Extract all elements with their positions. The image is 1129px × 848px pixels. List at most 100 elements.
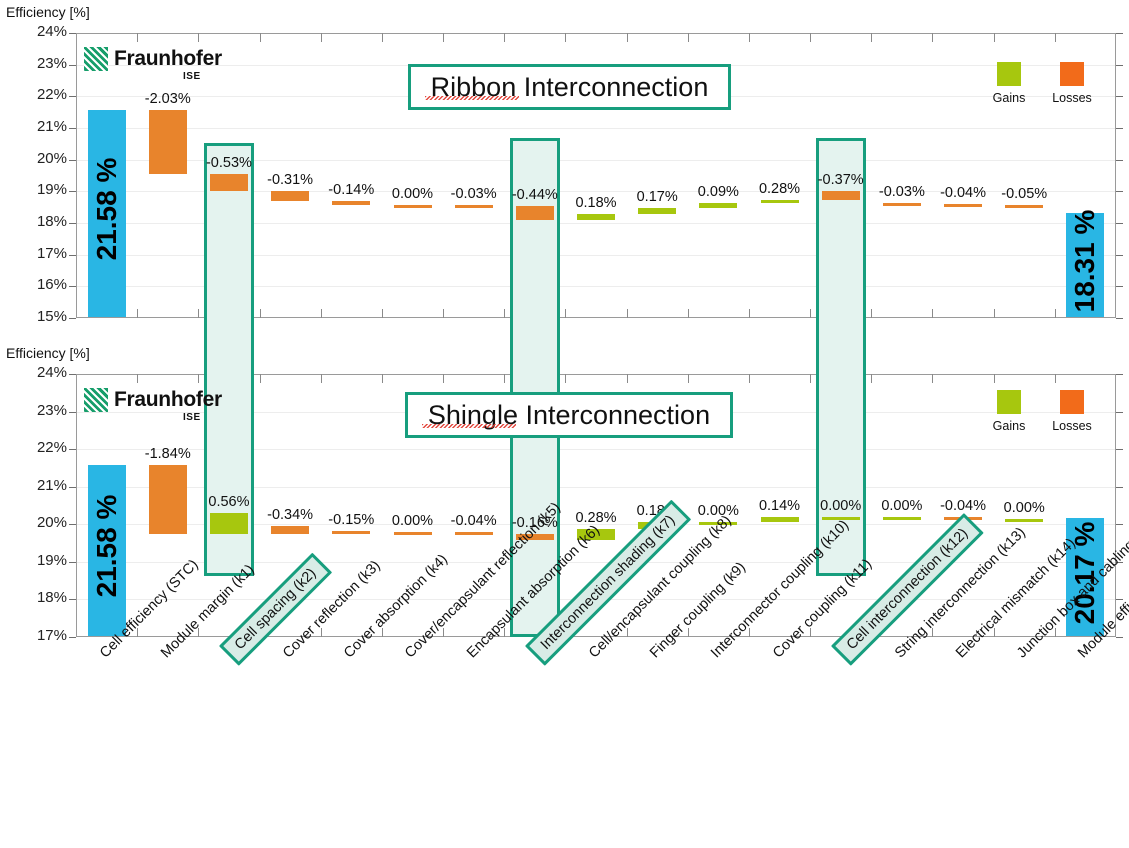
- y-axis-label: 18%: [36, 213, 67, 230]
- x-axis-tick: [321, 309, 322, 318]
- x-axis-tick: [627, 33, 628, 42]
- y-axis-label: 16%: [36, 276, 67, 293]
- x-axis-tick: [871, 309, 872, 318]
- x-axis-tick: [198, 33, 199, 42]
- bar-loss: [516, 206, 554, 220]
- legend-gain-label-2: Gains: [992, 419, 1026, 433]
- bar-delta-label: 0.00%: [1003, 500, 1045, 516]
- y-axis-label: 22%: [36, 86, 67, 103]
- y-axis-tick: [1116, 286, 1123, 287]
- highlight-column-gap: [816, 318, 866, 374]
- y-axis-tick: [1116, 374, 1123, 375]
- legend-gain-swatch: [997, 62, 1021, 86]
- x-axis-tick: [260, 309, 261, 318]
- y-axis-tick: [69, 318, 76, 319]
- highlight-column-gap: [204, 318, 254, 374]
- y-axis-label: 24%: [36, 23, 67, 40]
- bar-delta-label: -1.84%: [144, 446, 191, 462]
- y-axis-tick: [1116, 128, 1123, 129]
- y-axis-tick: [1116, 191, 1123, 192]
- x-axis-tick: [504, 374, 505, 383]
- x-axis-tick: [688, 374, 689, 383]
- axis-title-top: Efficiency [%]: [6, 4, 90, 20]
- y-axis-label: 18%: [36, 589, 67, 606]
- gridline: [77, 128, 1115, 129]
- x-axis-tick: [443, 33, 444, 42]
- bar-loss: [394, 205, 432, 208]
- highlight-column-upper: [510, 138, 560, 318]
- x-axis-tick: [565, 309, 566, 318]
- x-axis-tick: [260, 374, 261, 383]
- bar-loss: [822, 191, 860, 200]
- y-axis-tick: [1116, 412, 1123, 413]
- y-axis-tick: [69, 96, 76, 97]
- x-axis-tick: [994, 374, 995, 383]
- bar-loss: [1005, 205, 1043, 208]
- x-axis-tick: [382, 374, 383, 383]
- x-axis-tick: [627, 309, 628, 318]
- x-axis-tick: [137, 33, 138, 42]
- bar-gain: [883, 517, 921, 520]
- x-axis-tick: [1055, 33, 1056, 42]
- y-axis-tick: [69, 255, 76, 256]
- y-axis-label: 20%: [36, 150, 67, 167]
- bar-gain: [577, 214, 615, 220]
- bar-loss: [332, 531, 370, 534]
- x-axis-tick: [198, 309, 199, 318]
- x-axis-tick: [504, 33, 505, 42]
- y-axis-tick: [1116, 487, 1123, 488]
- y-axis-tick: [69, 33, 76, 34]
- y-axis-tick: [69, 524, 76, 525]
- bar-loss: [149, 465, 187, 534]
- x-axis-tick: [443, 374, 444, 383]
- bar-loss: [944, 204, 982, 207]
- y-axis-tick: [69, 65, 76, 66]
- y-axis-tick: [1116, 449, 1123, 450]
- bar-loss: [455, 205, 493, 208]
- y-axis-tick: [1116, 255, 1123, 256]
- x-axis-tick: [688, 309, 689, 318]
- y-axis-label: 23%: [36, 55, 67, 72]
- bar-loss: [210, 174, 248, 191]
- x-axis-tick: [1055, 309, 1056, 318]
- x-axis-tick: [321, 33, 322, 42]
- x-axis-tick: [994, 33, 995, 42]
- fraunhofer-wordmark-2: Fraunhofer: [114, 388, 222, 411]
- x-axis-tick: [382, 33, 383, 42]
- bar-loss: [455, 532, 493, 535]
- y-axis-tick: [69, 160, 76, 161]
- y-axis-tick: [1116, 33, 1123, 34]
- bar-total-label: 21.58 %: [90, 157, 122, 261]
- fraunhofer-institute-top: ISE: [183, 71, 201, 82]
- bar-total-label: 18.31 %: [1068, 209, 1100, 313]
- y-axis-tick: [1116, 223, 1123, 224]
- legend-loss-swatch-2: [1060, 390, 1084, 414]
- y-axis-tick: [1116, 524, 1123, 525]
- x-axis-tick: [1055, 374, 1056, 383]
- y-axis-label: 17%: [36, 627, 67, 644]
- x-axis-tick: [443, 309, 444, 318]
- y-axis-label: 21%: [36, 477, 67, 494]
- bar-gain: [761, 200, 799, 203]
- spellcheck-underline-2: [422, 424, 516, 428]
- x-axis-tick: [137, 374, 138, 383]
- fraunhofer-mark-icon-2: [84, 388, 108, 412]
- bar-delta-label: -0.05%: [1001, 186, 1048, 202]
- x-axis-tick: [932, 309, 933, 318]
- x-axis-tick: [565, 33, 566, 42]
- x-axis-tick: [749, 374, 750, 383]
- figure-root: Efficiency [%] Efficiency [%] 21.58 % -2.…: [0, 0, 1129, 848]
- y-axis-tick: [69, 562, 76, 563]
- y-axis-tick: [1116, 637, 1123, 638]
- y-axis-label: 24%: [36, 364, 67, 381]
- x-axis-tick: [688, 33, 689, 42]
- bar-loss: [883, 203, 921, 206]
- fraunhofer-wordmark: Fraunhofer: [114, 47, 222, 70]
- y-axis-label: 20%: [36, 514, 67, 531]
- x-axis-tick: [198, 374, 199, 383]
- x-axis-tick: [504, 309, 505, 318]
- highlight-column-upper: [816, 138, 866, 318]
- chart-title-shingle: Shingle Interconnection: [405, 392, 733, 438]
- fraunhofer-logo-bottom: Fraunhofer: [84, 388, 222, 412]
- x-axis-tick: [749, 33, 750, 42]
